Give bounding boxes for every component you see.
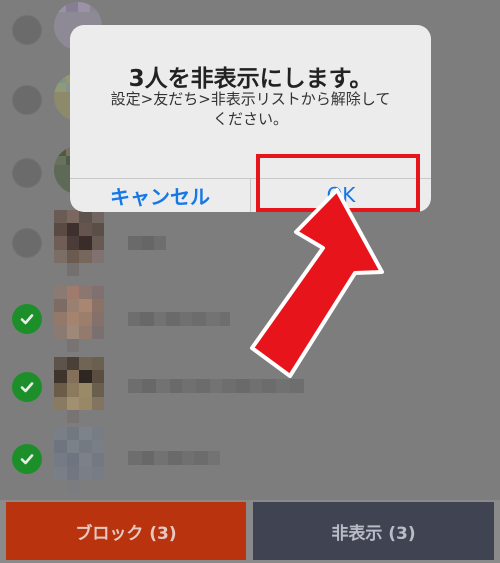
friend-name <box>128 451 220 465</box>
block-button[interactable]: ブロック (3) <box>6 502 246 560</box>
action-bar: ブロック (3) 非表示 (3) <box>0 500 500 563</box>
checkmark-icon <box>20 382 34 393</box>
select-radio[interactable] <box>12 158 42 188</box>
checkbox-checked[interactable] <box>12 372 42 402</box>
friend-name <box>128 379 304 393</box>
cancel-button[interactable]: キャンセル <box>70 178 250 212</box>
dialog-title: 3人を非表示にします。 <box>128 66 373 92</box>
list-item[interactable] <box>0 210 500 280</box>
friend-name <box>128 312 230 326</box>
checkmark-icon <box>20 314 34 325</box>
checkmark-icon <box>20 454 34 465</box>
avatar <box>54 427 104 493</box>
list-item[interactable] <box>0 355 500 425</box>
list-item[interactable] <box>0 425 500 495</box>
dialog-message-line1: 設定>友だち>非表示リストから解除して <box>110 90 391 108</box>
avatar <box>54 357 104 423</box>
friend-name <box>128 236 166 250</box>
checkbox-checked[interactable] <box>12 444 42 474</box>
hide-confirm-dialog: 3人を非表示にします。 設定>友だち>非表示リストから解除して ください。 キャ… <box>70 25 431 212</box>
avatar <box>54 286 104 352</box>
list-item[interactable] <box>0 284 500 354</box>
dialog-message-line2: ください。 <box>212 110 288 128</box>
select-radio[interactable] <box>12 15 42 45</box>
ok-button[interactable]: OK <box>251 178 431 212</box>
checkbox-checked[interactable] <box>12 304 42 334</box>
avatar <box>54 210 104 276</box>
hide-button[interactable]: 非表示 (3) <box>253 502 494 560</box>
dialog-message: 設定>友だち>非表示リストから解除して ください。 <box>98 89 403 129</box>
select-radio[interactable] <box>12 228 42 258</box>
select-radio[interactable] <box>12 85 42 115</box>
